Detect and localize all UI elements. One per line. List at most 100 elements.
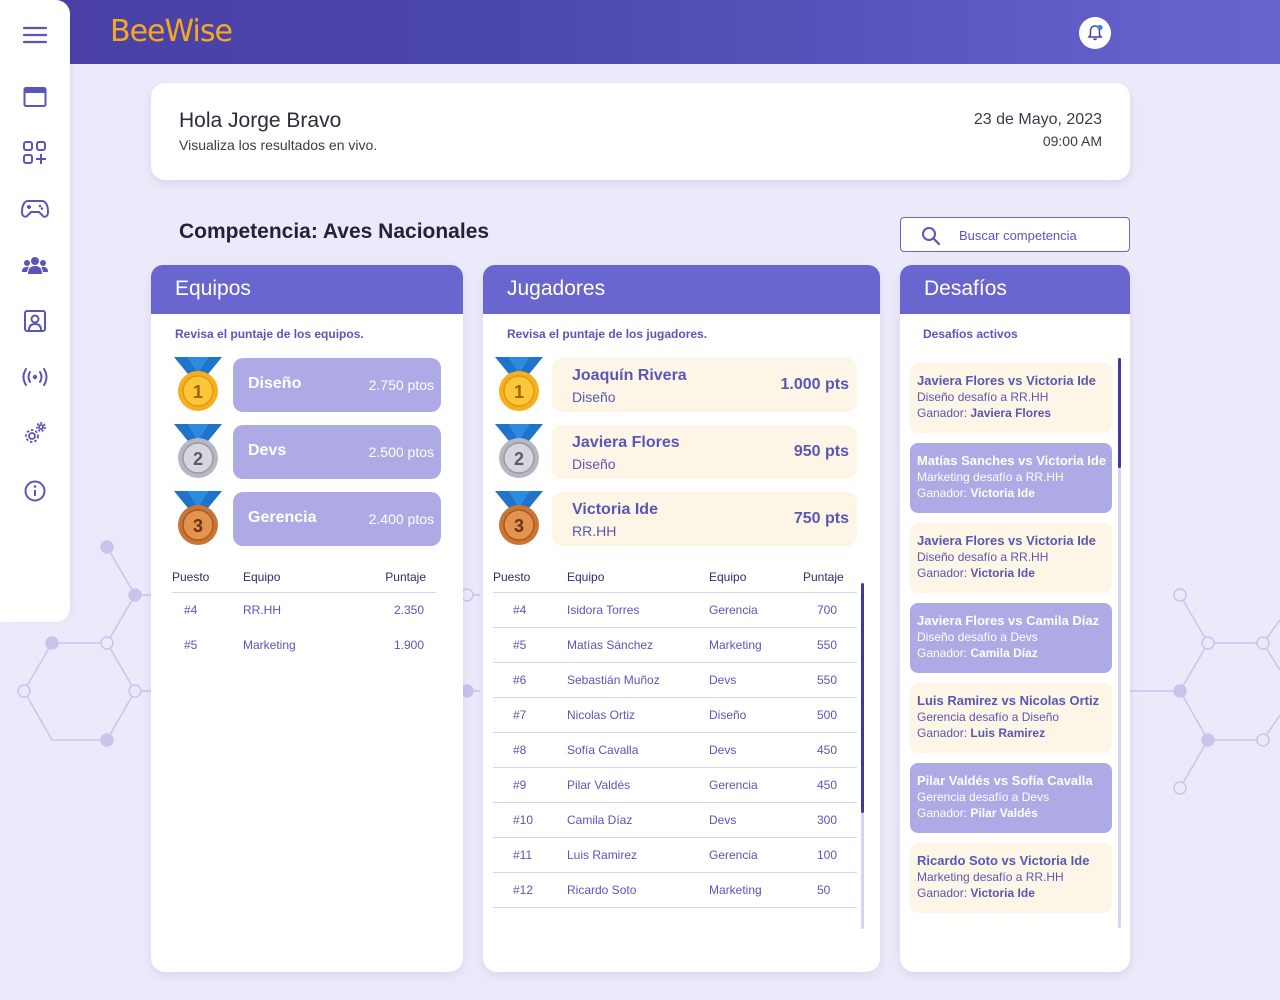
table-row[interactable]: #4 Isidora Torres Gerencia 700 [493, 591, 857, 627]
team-name: Gerencia [248, 509, 317, 526]
apps-icon [23, 141, 46, 164]
score-cell: 2.350 [371, 591, 436, 627]
silver-medal-icon: 2 [174, 424, 222, 478]
position-cell: #7 [493, 696, 567, 732]
teams-subtitle: Revisa el puntaje de los equipos. [175, 327, 364, 341]
column-header: Equipo [243, 569, 281, 584]
medal-rank: 2 [514, 449, 524, 469]
winner-name: Victoria Ide [970, 886, 1035, 900]
team-cell: Gerencia [709, 591, 803, 627]
sidebar-item-live[interactable] [21, 363, 49, 391]
team-cell: Marketing [243, 637, 296, 652]
medal-rank: 2 [193, 449, 203, 469]
silver-medal-icon: 2 [495, 424, 543, 478]
sidebar-item-profile[interactable] [21, 307, 49, 335]
table-row[interactable]: #7 Nicolas Ortiz Diseño 500 [493, 696, 857, 732]
score-cell: 100 [803, 836, 857, 872]
table-row[interactable]: #8 Sofía Cavalla Devs 450 [493, 731, 857, 767]
table-row[interactable]: #11 Luis Ramirez Gerencia 100 [493, 836, 857, 872]
medal-rank: 3 [193, 516, 203, 536]
challenge-title: Luis Ramirez vs Nicolas Ortiz [917, 693, 1100, 708]
team-podium-item[interactable]: Devs 2.500 ptos [233, 425, 441, 479]
challenge-description: Gerencia desafío a Devs [917, 790, 1050, 804]
gold-medal-icon: 1 [495, 357, 543, 411]
challenges-scrollbar[interactable] [1118, 358, 1121, 928]
team-cell: Devs [709, 801, 803, 837]
challenge-card[interactable]: Pilar Valdés vs Sofía Cavalla Gerencia de… [910, 763, 1112, 833]
player-cell: Pilar Valdés [567, 766, 709, 802]
challenge-title: Javiera Flores vs Victoria Ide [917, 533, 1096, 548]
player-name: Joaquín Rivera [572, 367, 687, 384]
team-name: Diseño [248, 375, 302, 392]
challenge-card[interactable]: Javiera Flores vs Victoria Ide Diseño des… [910, 523, 1112, 593]
sidebar [0, 0, 70, 622]
bronze-medal-icon: 3 [174, 491, 222, 545]
player-podium-item[interactable]: Victoria Ide RR.HH 750 pts [552, 492, 857, 546]
bell-icon [1087, 24, 1103, 41]
player-team: Diseño [572, 456, 616, 472]
column-header: Puntaje [803, 569, 844, 584]
team-points: 2.500 ptos [368, 444, 434, 460]
challenge-winner: Ganador: Victoria Ide [917, 565, 1105, 581]
menu-button[interactable] [21, 21, 49, 49]
team-cell: Gerencia [709, 766, 803, 802]
challenge-title: Javiera Flores vs Victoria Ide [917, 373, 1096, 388]
winner-label: Ganador: [917, 886, 968, 900]
team-podium-item[interactable]: Diseño 2.750 ptos [233, 358, 441, 412]
players-scrollbar[interactable] [861, 583, 864, 929]
table-row[interactable]: #4 RR.HH 2.350 [172, 591, 436, 627]
position-cell: #12 [493, 871, 567, 908]
search-input[interactable] [959, 226, 1119, 244]
challenge-winner: Ganador: Luis Ramirez [917, 725, 1105, 741]
challenge-description: Marketing desafío a RR.HH [917, 870, 1064, 884]
challenge-card[interactable]: Javiera Flores vs Victoria Ide Diseño des… [910, 363, 1112, 433]
scrollbar-thumb[interactable] [1118, 358, 1121, 468]
beewise-logo[interactable]: BeeWise [110, 14, 233, 49]
player-cell: Sebastián Muñoz [567, 661, 709, 697]
scrollbar-thumb[interactable] [861, 583, 864, 813]
players-table: Puesto Equipo Equipo Puntaje #4 Isidora T… [493, 562, 857, 908]
score-cell: 300 [803, 801, 857, 837]
table-row[interactable]: #9 Pilar Valdés Gerencia 450 [493, 766, 857, 802]
challenge-description: Diseño desafío a RR.HH [917, 550, 1049, 564]
team-points: 2.400 ptos [368, 511, 434, 527]
challenge-card[interactable]: Ricardo Soto vs Victoria Ide Marketing de… [910, 843, 1112, 913]
challenge-description: Marketing desafío a RR.HH [917, 470, 1064, 484]
sidebar-item-settings[interactable] [21, 419, 49, 447]
table-row[interactable]: #10 Camila Díaz Devs 300 [493, 801, 857, 837]
sidebar-item-users[interactable] [21, 251, 49, 279]
table-row[interactable]: #5 Matías Sánchez Marketing 550 [493, 626, 857, 662]
score-cell: 50 [803, 871, 857, 908]
sidebar-item-games[interactable] [21, 195, 49, 223]
challenge-card[interactable]: Javiera Flores vs Camila Díaz Diseño desa… [910, 603, 1112, 673]
challenge-card[interactable]: Matías Sanches vs Victoria Ide Marketing … [910, 443, 1112, 513]
challenge-card[interactable]: Luis Ramirez vs Nicolas Ortiz Gerencia de… [910, 683, 1112, 753]
table-row[interactable]: #12 Ricardo Soto Marketing 50 [493, 871, 857, 908]
column-header: Puntaje [385, 569, 426, 584]
challenge-description: Gerencia desafío a Diseño [917, 710, 1060, 724]
winner-name: Javiera Flores [970, 406, 1052, 420]
medal-rank: 3 [514, 516, 524, 536]
challenge-winner: Ganador: Victoria Ide [917, 885, 1105, 901]
team-podium-item[interactable]: Gerencia 2.400 ptos [233, 492, 441, 546]
top-bar: BeeWise [0, 0, 1280, 64]
sidebar-item-window[interactable] [21, 83, 49, 111]
player-podium-item[interactable]: Joaquín Rivera Diseño 1.000 pts [552, 358, 857, 412]
notification-button[interactable] [1079, 17, 1111, 49]
settings-icon [25, 422, 46, 443]
player-podium-item[interactable]: Javiera Flores Diseño 950 pts [552, 425, 857, 479]
sidebar-item-apps[interactable] [21, 139, 49, 167]
search-box[interactable] [900, 217, 1130, 252]
sidebar-item-info[interactable] [21, 477, 49, 505]
column-header: Puesto [493, 569, 531, 584]
winner-name: Pilar Valdés [970, 806, 1038, 820]
players-subtitle: Revisa el puntaje de los jugadores. [507, 327, 708, 341]
winner-label: Ganador: [917, 646, 968, 660]
table-row[interactable]: #5 Marketing 1.900 [172, 627, 436, 662]
winner-label: Ganador: [917, 726, 968, 740]
winner-name: Victoria Ide [970, 486, 1035, 500]
position-cell: #9 [493, 766, 567, 802]
challenge-description: Diseño desafío a RR.HH [917, 390, 1049, 404]
table-row[interactable]: #6 Sebastián Muñoz Devs 550 [493, 661, 857, 697]
greeting-title: Hola Jorge Bravo [179, 109, 342, 132]
